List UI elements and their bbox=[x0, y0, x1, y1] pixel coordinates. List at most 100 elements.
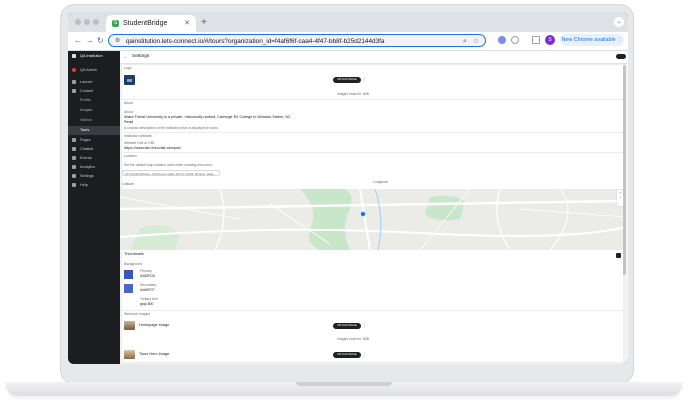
homepage-image-name: Homepage Image bbox=[139, 323, 170, 327]
tours-hero-menu-icon[interactable]: ⋮ bbox=[362, 352, 367, 358]
new-chrome-available-button[interactable]: New Chrome available ⋮ bbox=[560, 34, 624, 46]
welcome-hint: Images must be 1MB bbox=[337, 337, 370, 341]
chat-icon bbox=[72, 147, 76, 151]
secondary-value[interactable]: #4A6FCF bbox=[140, 288, 155, 293]
bookmark-star-icon[interactable]: ☆ bbox=[473, 35, 479, 48]
divider bbox=[122, 99, 624, 100]
chrome-button-label: New Chrome available bbox=[561, 37, 616, 43]
location-section-label: Location bbox=[124, 154, 137, 158]
sidebar-item-label: Chatbot bbox=[80, 147, 94, 151]
sidebar-item-label: Launch bbox=[80, 80, 93, 84]
about-hint: A concise description of the institution… bbox=[124, 126, 218, 130]
sidebar-item-events[interactable]: Events bbox=[68, 154, 120, 163]
address-url[interactable]: qainstitution.lets-connect.io/#/tours?or… bbox=[126, 35, 384, 48]
org-logo-icon bbox=[72, 54, 76, 58]
map-graphic bbox=[120, 189, 626, 250]
folder-icon bbox=[72, 89, 76, 93]
window-minimize-dot[interactable] bbox=[84, 19, 90, 25]
favicon-icon: S bbox=[112, 19, 119, 27]
new-tab-button[interactable]: + bbox=[201, 15, 207, 31]
sidebar-item-label: Tours bbox=[80, 128, 90, 132]
sidebar-item-label: Settings bbox=[80, 174, 94, 178]
window-close-dot[interactable] bbox=[75, 19, 81, 25]
park-area bbox=[425, 195, 465, 221]
welcome-images-label: Welcome Images bbox=[124, 312, 151, 316]
tours-hero-image-thumbnail bbox=[124, 350, 135, 359]
homepage-upload-button[interactable]: UPLOAD IMAGE bbox=[333, 323, 361, 329]
sidebar-item-label: Videos bbox=[80, 118, 92, 122]
location-map[interactable] bbox=[120, 189, 626, 250]
primary-value[interactable]: #3A5FCB bbox=[140, 274, 155, 279]
sidebar-item-chatbot[interactable]: Chatbot bbox=[68, 145, 120, 154]
tertiary-value[interactable]: gray-800 bbox=[140, 302, 153, 307]
save-button[interactable] bbox=[616, 54, 626, 59]
tab-search-icon[interactable]: ⌄ bbox=[614, 17, 624, 27]
sidebar-item-analytics[interactable]: Analytics bbox=[68, 163, 120, 172]
sidebar-item-settings[interactable]: Settings bbox=[68, 172, 120, 181]
address-bar[interactable]: ⚙ qainstitution.lets-connect.io/#/tours?… bbox=[108, 34, 486, 47]
sidebar-item-help[interactable]: Help bbox=[68, 181, 120, 190]
sidebar-item-images[interactable]: Images bbox=[68, 106, 120, 115]
profile-avatar[interactable]: S bbox=[545, 35, 555, 45]
logo-menu-icon[interactable]: ⋮ bbox=[362, 77, 367, 83]
logo-label: Logo bbox=[124, 66, 132, 70]
homepage-image-thumbnail bbox=[124, 321, 135, 330]
sidebar-org[interactable]: QA Institution bbox=[68, 52, 120, 61]
divider bbox=[122, 310, 624, 311]
browser-tab[interactable]: S StudentBridge ✕ bbox=[106, 15, 196, 32]
page-header bbox=[120, 51, 628, 64]
site-info-icon[interactable]: ⚙ bbox=[115, 35, 120, 48]
website-section-label: Institution Website bbox=[124, 134, 152, 138]
background-label: Background bbox=[124, 262, 143, 266]
sidebar-item-label: Content bbox=[80, 89, 94, 93]
calendar-icon bbox=[72, 156, 76, 160]
back-arrow-icon[interactable]: ← bbox=[123, 53, 128, 61]
laptop-notch bbox=[296, 382, 392, 386]
institution-logo bbox=[124, 75, 135, 85]
page-title: Settings bbox=[132, 54, 150, 59]
location-hint: Set the default map location used when c… bbox=[124, 163, 213, 167]
sidebar-item-content[interactable]: Content bbox=[68, 87, 120, 96]
logo-upload-button[interactable]: UPLOAD IMAGE bbox=[333, 77, 361, 83]
sidebar-item-label: Help bbox=[80, 183, 88, 187]
location-address-input[interactable]: 123 Student Bridge, 1234 Aspen Valley Rd… bbox=[122, 170, 220, 176]
tours-hero-image-name: Tours Hero Image bbox=[139, 352, 170, 356]
about-section-label: About bbox=[124, 101, 133, 105]
content-scrollbar[interactable] bbox=[623, 65, 626, 362]
sidebar-item-videos[interactable]: Videos bbox=[68, 116, 120, 125]
extension-icon[interactable] bbox=[498, 36, 506, 44]
forward-icon[interactable]: → bbox=[86, 34, 94, 48]
help-icon bbox=[72, 183, 76, 187]
sidebar-item-pages[interactable]: Pages bbox=[68, 136, 120, 145]
about-read-more[interactable]: Read bbox=[124, 120, 133, 125]
extensions-puzzle-icon[interactable] bbox=[511, 36, 519, 44]
logo-hint: Images must be 1MB bbox=[337, 92, 370, 96]
org-name: QA Institution bbox=[80, 54, 103, 58]
user-avatar-icon bbox=[72, 68, 76, 72]
file-icon bbox=[72, 138, 76, 142]
secondary-color-swatch[interactable] bbox=[124, 284, 133, 293]
side-panel-icon[interactable] bbox=[532, 36, 540, 44]
sidebar-item-label: Events bbox=[80, 156, 92, 160]
laptop-screen: S StudentBridge ✕ + ⌄ ← → ↻ ⚙ qainstituti… bbox=[68, 12, 628, 364]
search-icon[interactable]: ⌕ bbox=[463, 35, 467, 48]
primary-color-swatch[interactable] bbox=[124, 270, 133, 279]
thumbnails-toggle[interactable] bbox=[616, 253, 621, 258]
reload-icon[interactable]: ↻ bbox=[97, 34, 104, 48]
thumbnails-title: Thumbnails bbox=[124, 252, 144, 256]
back-icon[interactable]: ← bbox=[74, 34, 82, 48]
sidebar-item-profile[interactable]: Profile bbox=[68, 96, 120, 105]
tab-close-icon[interactable]: ✕ bbox=[184, 15, 190, 32]
chart-icon bbox=[72, 165, 76, 169]
sidebar-item-tours[interactable]: Tours bbox=[68, 126, 120, 135]
homepage-menu-icon[interactable]: ⋮ bbox=[362, 323, 367, 329]
scrollbar-thumb[interactable] bbox=[623, 65, 626, 275]
window-zoom-dot[interactable] bbox=[93, 19, 99, 25]
about-text[interactable]: Wake Forest University is a private, his… bbox=[124, 115, 291, 120]
divider bbox=[122, 152, 624, 153]
gear-icon bbox=[72, 174, 76, 178]
tours-hero-upload-button[interactable]: UPLOAD IMAGE bbox=[333, 352, 361, 358]
website-field[interactable]: https://www.wfu.edu/visit-campus/ bbox=[124, 146, 181, 151]
sidebar-item-launch[interactable]: Launch bbox=[68, 78, 120, 87]
sidebar-user[interactable]: QA Admin bbox=[68, 66, 120, 75]
